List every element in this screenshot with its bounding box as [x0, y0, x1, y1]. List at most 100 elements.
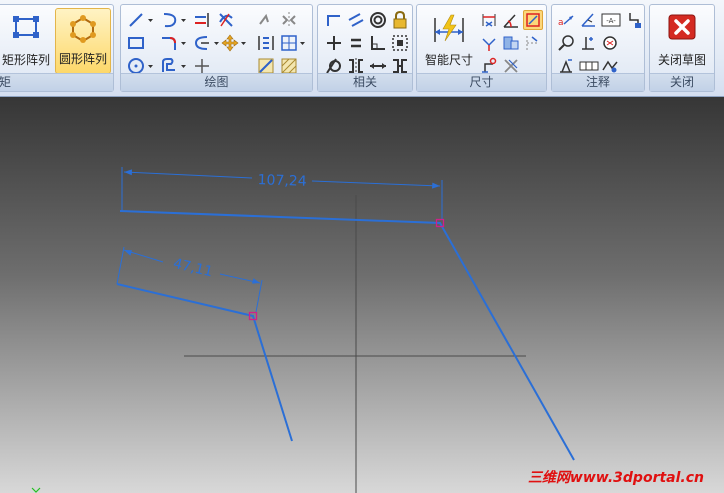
line-icon [129, 13, 143, 27]
angle-note-icon [581, 13, 595, 27]
close-sketch-icon [668, 14, 696, 40]
concentric-tool[interactable] [368, 10, 388, 30]
trim-icon [219, 13, 233, 27]
arc-tool[interactable] [159, 10, 179, 30]
dim-coordinate-icon [526, 13, 540, 27]
weld-tool[interactable] [578, 33, 598, 53]
connect-tool[interactable] [324, 10, 344, 30]
dimension-107-value[interactable]: 107,24 [257, 172, 307, 190]
svg-text:a: a [558, 18, 564, 28]
lock-icon [393, 10, 407, 29]
fillet-tool[interactable] [159, 33, 179, 53]
leader-icon: a [558, 15, 574, 28]
fillet-dropdown-icon[interactable] [180, 33, 187, 53]
dim-angle-tool[interactable] [501, 10, 521, 30]
sketch-line-b[interactable] [116, 283, 293, 442]
circ-array-label: 圆形阵列 [58, 52, 107, 66]
mirror2-tool[interactable] [279, 10, 299, 30]
close-sketch-label: 关闭草图 [657, 53, 706, 67]
lock-tool[interactable] [390, 10, 410, 30]
arc-dropdown-icon[interactable] [180, 10, 187, 30]
connect-icon [327, 15, 340, 26]
dim-ordinate-tool[interactable] [523, 33, 543, 53]
ribbon: 矩形阵列 圆形阵列 矩 绘图 相关 智能尺寸 尺寸 a -A- 注释 关闭草图 … [0, 0, 724, 97]
offset-icon [195, 13, 209, 27]
parallel-icon [348, 13, 364, 27]
mirror2-icon [282, 12, 296, 28]
datum-icon [629, 13, 641, 28]
dimension-47[interactable] [116, 246, 263, 313]
angle-note-tool[interactable] [578, 10, 598, 30]
rectangle-tool[interactable] [126, 33, 146, 53]
arc-icon [163, 13, 177, 28]
group-relate: 相关 [317, 4, 413, 92]
group-annotate: a -A- 注释 [551, 4, 645, 92]
dimension-47-value[interactable]: 47,11 [172, 256, 215, 281]
project-icon [194, 36, 209, 50]
group-relate-label: 相关 [318, 73, 412, 91]
dim-chain-icon [503, 36, 519, 50]
smart-dimension-label: 智能尺寸 [424, 53, 473, 67]
dim-chain-tool[interactable] [501, 33, 521, 53]
watermark: 三维网www.3dportal.cn [527, 470, 704, 486]
group-close-label: 关闭 [650, 73, 714, 91]
smart-dimension-button[interactable]: 智能尺寸 [419, 8, 479, 74]
concentric-icon [370, 12, 386, 28]
balloon-tool[interactable] [600, 33, 620, 53]
rect-array-button[interactable]: 矩形阵列 [0, 8, 53, 74]
offset-tool[interactable] [192, 10, 212, 30]
coincident-tool[interactable] [390, 33, 410, 53]
dim-distance-tool[interactable] [479, 10, 499, 30]
balloon-icon [603, 36, 617, 50]
parallel-tool[interactable] [346, 10, 366, 30]
callout-icon: -A- [601, 13, 621, 27]
trim-tool[interactable] [216, 10, 236, 30]
group-dimension-label: 尺寸 [417, 73, 546, 91]
sketch-line-a[interactable] [119, 210, 575, 461]
equal-tool[interactable] [346, 33, 366, 53]
surface-finish-icon [558, 35, 574, 51]
close-sketch-button[interactable]: 关闭草图 [652, 8, 712, 74]
perpendicular-icon [371, 36, 385, 50]
coincident-icon [392, 35, 408, 51]
move-dropdown-icon[interactable] [240, 33, 247, 53]
surface-finish-tool[interactable] [556, 33, 576, 53]
callout-tool[interactable]: -A- [600, 10, 622, 30]
dim-distance-icon [482, 14, 496, 27]
constraint-icon [258, 36, 274, 50]
group-annotate-label: 注释 [552, 73, 644, 91]
weld-icon [582, 37, 594, 50]
move-tool[interactable] [220, 33, 240, 53]
dim-symmetric-tool[interactable] [479, 33, 499, 53]
sketch-geometry: 107,24 47,11 [31, 167, 575, 493]
line-tool[interactable] [126, 10, 146, 30]
group-draw-label: 绘图 [121, 73, 312, 91]
smart-dimension-icon [434, 14, 464, 42]
rectangle-icon [128, 37, 144, 49]
line-dropdown-icon[interactable] [147, 10, 154, 30]
group-pattern: 矩形阵列 圆形阵列 矩 [0, 4, 114, 92]
tangent-icon [327, 36, 341, 50]
perpendicular-tool[interactable] [368, 33, 388, 53]
project-tool[interactable] [192, 33, 212, 53]
rect-array-label: 矩形阵列 [1, 53, 50, 67]
tangent-tool[interactable] [324, 33, 344, 53]
project-dropdown-icon[interactable] [213, 33, 220, 53]
mirror-icon [259, 13, 269, 25]
circ-array-button[interactable]: 圆形阵列 [55, 8, 111, 74]
svg-text:-A-: -A- [606, 17, 616, 25]
sketch-canvas[interactable]: 107,24 47,11 三维网www.3dportal.cn [0, 97, 724, 493]
dim-angle-icon [503, 14, 518, 28]
equal-icon [351, 38, 361, 48]
grid-dropdown-icon[interactable] [299, 33, 306, 53]
dim-ordinate-icon [526, 36, 539, 50]
grid-tool[interactable] [279, 33, 299, 53]
group-pattern-label: 矩 [0, 73, 113, 91]
grid-icon [281, 35, 297, 51]
datum-tool[interactable] [624, 10, 644, 30]
dim-coordinate-tool[interactable] [523, 10, 543, 30]
move-icon [221, 34, 239, 52]
constraint-tool[interactable] [256, 33, 276, 53]
mirror-tool[interactable] [256, 10, 276, 30]
leader-tool[interactable]: a [556, 10, 576, 30]
